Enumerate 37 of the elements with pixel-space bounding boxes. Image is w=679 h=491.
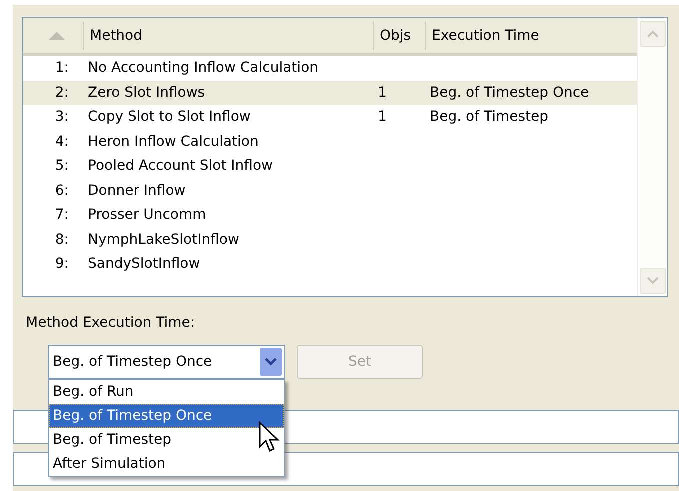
time-cell-text: Beg. of Timestep Once <box>429 84 590 101</box>
method-cell-text: Heron Inflow Calculation <box>87 134 260 150</box>
column-header[interactable]: Objs <box>373 22 425 50</box>
row-number: 3: <box>54 109 70 126</box>
column-header[interactable]: Method <box>83 22 373 50</box>
objs-cell-text: 1 <box>377 109 388 126</box>
dropdown-option[interactable]: Beg. of Timestep Once <box>49 404 284 428</box>
row-number: 9: <box>54 256 70 272</box>
row-number: 1: <box>54 60 70 76</box>
execution-time-dropdown[interactable]: Beg. of Timestep Once <box>48 345 285 379</box>
row-number: 4: <box>54 134 70 150</box>
execution-time-label: Method Execution Time: <box>26 315 196 331</box>
objs-cell-text: 1 <box>377 84 388 101</box>
dropdown-option[interactable]: Beg. of Run <box>49 380 284 404</box>
method-cell-text: Pooled Account Slot Inflow <box>87 158 274 174</box>
method-cell-text: Prosser Uncomm <box>87 207 208 224</box>
time-cell-text: Beg. of Timestep <box>429 109 550 126</box>
sort-icon[interactable] <box>49 32 65 40</box>
method-cell-text: NymphLakeSlotInflow <box>87 232 240 248</box>
row-number: 5: <box>54 158 70 174</box>
chevron-up-icon <box>647 30 659 38</box>
method-cell-text: SandySlotInflow <box>87 256 202 272</box>
row-number: 2: <box>54 84 70 101</box>
chevron-down-icon <box>647 277 659 285</box>
dropdown-option[interactable]: Beg. of Timestep <box>49 428 284 452</box>
row-number: 6: <box>54 182 70 199</box>
method-cell-text: Donner Inflow <box>87 182 187 199</box>
method-cell-text: Zero Slot Inflows <box>87 84 206 101</box>
scroll-up-button[interactable] <box>640 21 666 47</box>
table-row[interactable]: 2: Zero Slot Inflows 1 Beg. of Timestep Once <box>23 80 637 105</box>
dropdown-option[interactable]: After Simulation <box>49 452 284 476</box>
row-number: 8: <box>54 232 70 248</box>
row-number: 7: <box>54 207 70 224</box>
method-cell-text: No Accounting Inflow Calculation <box>87 60 320 76</box>
pointer-icon <box>258 421 280 453</box>
method-cell-text: Copy Slot to Slot Inflow <box>87 109 252 126</box>
scroll-down-button[interactable] <box>640 268 666 294</box>
